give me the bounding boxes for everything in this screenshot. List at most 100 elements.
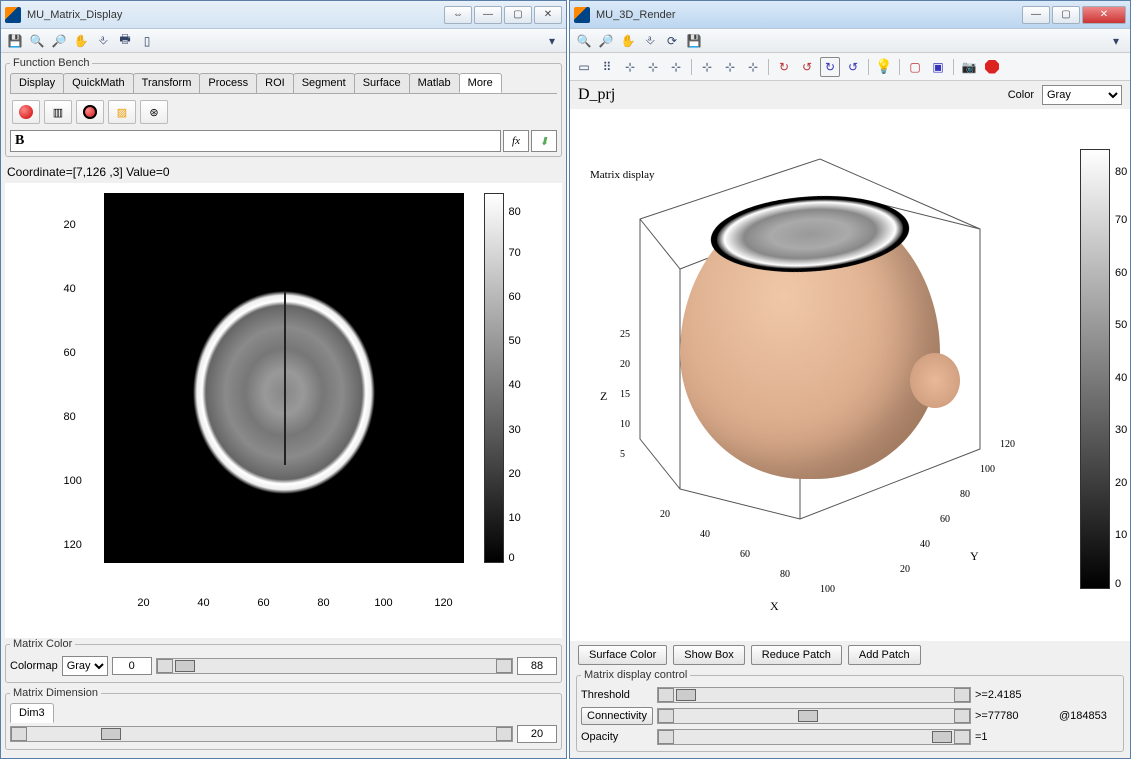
xtick: 60 xyxy=(257,597,269,609)
cmax-input[interactable] xyxy=(517,657,557,675)
print-icon[interactable]: 🖶 xyxy=(115,31,135,51)
axis-tool-icon[interactable]: ⊹ xyxy=(666,57,686,77)
tab-roi[interactable]: ROI xyxy=(256,73,294,93)
stop-icon[interactable] xyxy=(982,57,1002,77)
maximize-button[interactable]: ▢ xyxy=(504,6,532,24)
ytick: 60 xyxy=(64,347,76,359)
minimize-button[interactable]: — xyxy=(474,6,502,24)
formula-input[interactable] xyxy=(10,130,501,152)
rotate-icon[interactable]: ⟳ xyxy=(662,31,682,51)
colormap-select[interactable]: Gray xyxy=(62,656,108,676)
datacursor-icon[interactable]: ⎀ xyxy=(640,31,660,51)
toolbar-right-2: ▭ ⠿ ⊹ ⊹ ⊹ ⊹ ⊹ ⊹ ↻ ↺ ↻ ↺ 💡 ▢ ▣ 📷 xyxy=(570,53,1130,81)
color-select[interactable]: Gray xyxy=(1042,85,1122,105)
tab-surface[interactable]: Surface xyxy=(354,73,410,93)
toolbar-right-1: 🔍 🔎 ✋ ⎀ ⟳ 💾 ▾ xyxy=(570,29,1130,53)
pan-icon[interactable]: ✋ xyxy=(71,31,91,51)
tab-process[interactable]: Process xyxy=(199,73,257,93)
axis-tool-icon[interactable]: ⊹ xyxy=(743,57,763,77)
reduce-patch-button[interactable]: Reduce Patch xyxy=(751,645,842,665)
connectivity-slider[interactable] xyxy=(657,708,971,724)
close-button[interactable]: ✕ xyxy=(1082,6,1126,24)
red-sphere-icon[interactable] xyxy=(12,100,40,124)
matlab-icon xyxy=(574,7,590,23)
add-patch-button[interactable]: Add Patch xyxy=(848,645,921,665)
cb-tick: 60 xyxy=(1115,267,1127,279)
zoom-in-icon[interactable]: 🔍 xyxy=(574,31,594,51)
threshold-slider[interactable] xyxy=(657,687,971,703)
colormap-slider[interactable] xyxy=(156,658,513,674)
dimension-slider[interactable] xyxy=(10,726,513,742)
y-tick: 100 xyxy=(980,464,995,475)
tab-quickmath[interactable]: QuickMath xyxy=(63,73,134,93)
titlebar-right[interactable]: MU_3D_Render — ▢ ✕ xyxy=(570,1,1130,29)
rotate-z-icon[interactable]: ↻ xyxy=(820,57,840,77)
titlebar-left[interactable]: MU_Matrix_Display ⇔ — ▢ ✕ xyxy=(1,1,566,29)
menu-dropdown-icon[interactable]: ▾ xyxy=(542,31,562,51)
tab-dim3[interactable]: Dim3 xyxy=(10,703,54,723)
tab-segment[interactable]: Segment xyxy=(293,73,355,93)
save-icon[interactable]: 💾 xyxy=(5,31,25,51)
cmin-input[interactable] xyxy=(112,657,152,675)
axis-tool-icon[interactable]: ⊹ xyxy=(620,57,640,77)
window-title: MU_Matrix_Display xyxy=(27,9,442,21)
cb-tick: 70 xyxy=(509,247,521,259)
select-icon[interactable]: ▭ xyxy=(574,57,594,77)
zoom-out-icon[interactable]: 🔎 xyxy=(596,31,616,51)
brain-slice-graphic xyxy=(154,233,414,523)
grill-icon[interactable]: ▥ xyxy=(44,100,72,124)
zoom-in-icon[interactable]: 🔍 xyxy=(27,31,47,51)
slice-plot-area[interactable]: 20 40 60 80 100 120 20 40 60 80 100 120 … xyxy=(5,183,562,638)
zoom-out-icon[interactable]: 🔎 xyxy=(49,31,69,51)
box-icon[interactable]: ▣ xyxy=(928,57,948,77)
cb-tick: 30 xyxy=(509,424,521,436)
surface-color-button[interactable]: Surface Color xyxy=(578,645,667,665)
close-button[interactable]: ✕ xyxy=(534,6,562,24)
tab-more[interactable]: More xyxy=(459,73,502,93)
camera-icon[interactable]: 📷 xyxy=(959,57,979,77)
rotate-x-icon[interactable]: ↻ xyxy=(774,57,794,77)
layout-icon[interactable]: ▯ xyxy=(137,31,157,51)
render-canvas[interactable]: Matrix display Z X Y 25 20 15 10 5 20 40… xyxy=(570,109,1130,641)
opacity-slider[interactable] xyxy=(657,729,971,745)
dock-button[interactable]: ⇔ xyxy=(444,6,472,24)
ytick: 100 xyxy=(64,475,82,487)
axis-tool-icon[interactable]: ⊹ xyxy=(643,57,663,77)
pan-icon[interactable]: ✋ xyxy=(618,31,638,51)
function-bench-legend: Function Bench xyxy=(10,57,92,69)
x-tick: 40 xyxy=(700,529,710,540)
light-icon[interactable]: 💡 xyxy=(874,57,894,77)
maximize-button[interactable]: ▢ xyxy=(1052,6,1080,24)
fx-button[interactable]: fx xyxy=(503,130,529,152)
red-dot-ring-icon[interactable] xyxy=(76,100,104,124)
mdc-legend: Matrix display control xyxy=(581,669,690,681)
coordinate-readout: Coordinate=[7,126 ,3] Value=0 xyxy=(5,161,562,183)
axis-tool-icon[interactable]: ⊹ xyxy=(697,57,717,77)
box-icon[interactable]: ▢ xyxy=(905,57,925,77)
tab-matlab[interactable]: Matlab xyxy=(409,73,460,93)
tab-transform[interactable]: Transform xyxy=(133,73,201,93)
hatch-icon[interactable]: ▨ xyxy=(108,100,136,124)
show-box-button[interactable]: Show Box xyxy=(673,645,745,665)
x-tick: 100 xyxy=(820,584,835,595)
tab-display[interactable]: Display xyxy=(10,73,64,93)
rotate-y-icon[interactable]: ↺ xyxy=(797,57,817,77)
y-tick: 60 xyxy=(940,514,950,525)
datacursor-icon[interactable]: ⎀ xyxy=(93,31,113,51)
save-icon[interactable]: 💾 xyxy=(684,31,704,51)
cb-tick: 10 xyxy=(509,512,521,524)
film-reel-icon[interactable]: ⊛ xyxy=(140,100,168,124)
minimize-button[interactable]: — xyxy=(1022,6,1050,24)
menu-dropdown-icon[interactable]: ▾ xyxy=(1106,31,1126,51)
scatter-icon[interactable]: ⠿ xyxy=(597,57,617,77)
axes-2d: 20 40 60 80 100 120 20 40 60 80 100 120 … xyxy=(64,193,504,593)
slice-image[interactable] xyxy=(104,193,464,563)
rotate-free-icon[interactable]: ↺ xyxy=(843,57,863,77)
axis-tool-icon[interactable]: ⊹ xyxy=(720,57,740,77)
y-axis-label: Y xyxy=(970,549,979,564)
cb-tick: 80 xyxy=(509,206,521,218)
connectivity-button[interactable]: Connectivity xyxy=(581,707,653,725)
more-icon-row: ▥ ▨ ⊛ xyxy=(10,94,557,126)
dim-value-input[interactable] xyxy=(517,725,557,743)
apply-icon[interactable]: ⬇ xyxy=(531,130,557,152)
